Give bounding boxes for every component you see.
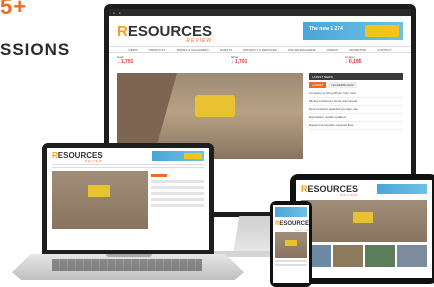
logo-subtitle: REVIEW [84,159,103,163]
ticker-item: Copper ↓ 0,195 [345,55,403,67]
news-item[interactable] [151,186,204,189]
news-item[interactable]: Mining investment boost announced [309,98,403,106]
top-bar-dot: ● [118,10,121,15]
logo-word: ESOURCES [127,22,213,40]
logo-word: ESOURCES [307,183,359,194]
text-line [275,264,307,266]
news-item[interactable] [151,204,204,207]
nav-item[interactable]: ONLINE MAGAZINE [288,48,316,52]
phone-screen: RESOURCES REVIEW [273,205,309,283]
logo-subtitle: REVIEW [186,37,213,44]
device-showcase: 5+ SSIONS ● ● RESOURCES REVIEW The new 1… [0,0,434,287]
header-banner-ad[interactable] [152,151,204,161]
laptop-keyboard [52,259,202,271]
logo-word: ESOURCES [279,221,309,227]
article-tile[interactable] [365,245,395,267]
ticker-value: ↓ 1,701 [231,59,248,65]
site-logo[interactable]: RESOURCES REVIEW [52,152,103,163]
truck-image [365,25,399,37]
sidebar-tabs: LATEST LEADERBOARD [309,82,403,88]
mining-truck [88,185,110,197]
mining-truck [285,240,297,246]
nav-item[interactable]: EVENTS [220,48,232,52]
top-bar: ● ● [109,9,411,16]
site-header: RESOURCES REVIEW The new 1 274 [109,16,411,46]
article-tile[interactable] [333,245,363,267]
content-area [47,168,209,232]
top-bar-dot: ● [113,10,115,15]
truck-image [184,153,202,159]
hero-image[interactable] [275,232,307,258]
tablet-screen: RESOURCES REVIEW [296,180,432,278]
header-banner-ad[interactable] [275,207,307,217]
tab-latest[interactable]: LATEST [309,82,327,88]
headline-text: SSIONS [0,40,71,59]
news-sidebar [151,171,204,229]
ticker-value: ↓ 1,791 [117,59,134,65]
news-item[interactable] [151,198,204,201]
news-item[interactable]: New contracts awarded at major site [309,106,403,114]
article-tiles [301,245,427,267]
nav-item[interactable]: VIDEOS [327,48,338,52]
site-header: RESOURCES REVIEW [47,148,209,164]
nav-item[interactable]: MINING & MACHINERY [177,48,209,52]
phone: RESOURCES REVIEW [270,201,312,287]
nav-item[interactable]: CONTACT [377,48,391,52]
news-item[interactable]: Company to bring lithium from mine [309,90,403,98]
nav-item[interactable]: NEWS [129,48,138,52]
news-item[interactable] [151,180,204,183]
main-nav: NEWS PRODUCTS MINING & MACHINERY EVENTS … [109,46,411,53]
logo-letter: R [117,22,128,40]
site-header: RESOURCES REVIEW [296,180,432,198]
news-item[interactable] [151,192,204,195]
header-banner-ad[interactable] [377,184,427,194]
nav-item[interactable]: PRODUCTS [149,48,166,52]
nav-item[interactable]: PRODUCT & SERVICES [243,48,277,52]
header-banner-ad[interactable]: The new 1 274 [303,22,403,40]
sidebar-header-bar [151,174,167,177]
mining-truck [353,212,373,223]
ad-text: The new 1 274 [309,26,343,32]
site-logo[interactable]: RESOURCES REVIEW [301,183,359,197]
headline-number: 5+ [0,0,28,19]
ticker-item: Gold ↓ 1,791 [117,55,175,67]
tab-leaderboard[interactable]: LEADERBOARD [328,82,357,88]
laptop-notch [106,254,152,257]
ticker-value: ↓ 0,195 [345,59,362,65]
hero-image[interactable] [52,171,148,229]
nav-item[interactable]: ADVERTISE [349,48,366,52]
news-item[interactable]: Equipment supplier expands fleet [309,122,403,130]
hero-image[interactable] [301,200,427,242]
news-sidebar: LATEST NEWS LATEST LEADERBOARD Company t… [309,73,403,159]
site-logo[interactable]: RESOURCES REVIEW [273,219,309,232]
logo-subtitle: REVIEW [340,192,359,197]
sidebar-title: LATEST NEWS [309,73,403,80]
price-ticker: Gold ↓ 1,791 Silver ↓ 1,701 Copper ↓ 0,1… [109,53,411,69]
laptop-screen: RESOURCES REVIEW [47,148,209,250]
ticker-item: Silver ↓ 1,701 [231,55,289,67]
laptop: RESOURCES REVIEW [42,143,214,255]
mining-truck [195,95,235,117]
article-tile[interactable] [397,245,427,267]
site-logo[interactable]: RESOURCES REVIEW [117,22,213,44]
text-line [275,260,307,262]
news-item[interactable]: Exploration results updated [309,114,403,122]
